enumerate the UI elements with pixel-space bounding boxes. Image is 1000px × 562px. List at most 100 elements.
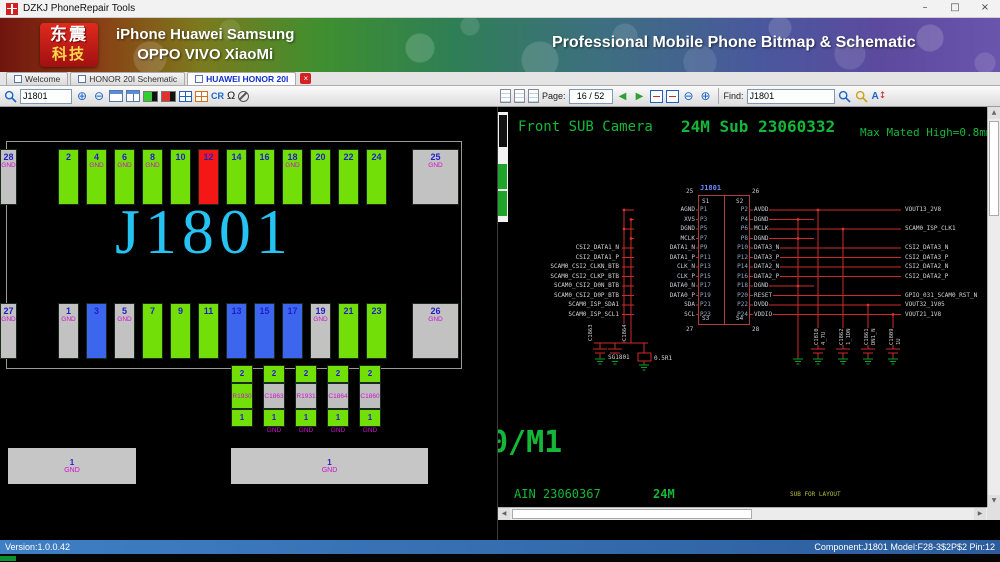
match-case-icon[interactable]: A↕	[872, 88, 887, 104]
diode-mode-icon[interactable]	[238, 91, 249, 102]
next-page-button[interactable]: ▶	[633, 88, 647, 104]
component-R1931[interactable]: 2R19311GND	[295, 365, 317, 436]
component-C1860[interactable]: 2C18601GND	[359, 365, 381, 436]
signal-SCAM0_CSI2_CLKN_BTB: SCAM0_CSI2_CLKN_BTB	[524, 263, 620, 270]
ohm-button[interactable]: Ω	[227, 90, 235, 102]
double-page-view-icon[interactable]	[514, 89, 525, 103]
scroll-down-arrow[interactable]: ▼	[988, 495, 1000, 507]
pad-1[interactable]: 1GND	[58, 303, 79, 359]
component-pin-1: 1	[263, 409, 285, 427]
pad-28[interactable]: 28 GND	[0, 149, 17, 205]
zoom-out-button[interactable]: ⊖	[92, 88, 106, 104]
scroll-up-arrow[interactable]: ▲	[988, 107, 1000, 119]
pin-name-MCLK: MCLK	[634, 235, 696, 242]
pad-gnd-label: GND	[283, 162, 302, 169]
banner: 东震 科技 iPhone Huawei Samsung OPPO VIVO Xi…	[0, 18, 1000, 72]
component-C1864[interactable]: 2C18641GND	[327, 365, 349, 436]
pad-17[interactable]: 17	[282, 303, 303, 359]
component-search-input[interactable]	[20, 89, 72, 104]
fit-width-button[interactable]	[650, 90, 663, 103]
gnd-plate-right[interactable]: 1 GND	[231, 448, 428, 484]
pin-P9: P9	[700, 244, 707, 251]
pad-15[interactable]: 15	[254, 303, 275, 359]
schematic-panel[interactable]: Front SUB Camera 24M Sub 23060332 Max Ma…	[497, 107, 1000, 540]
pin-name-DGND: DGND	[634, 225, 696, 232]
thumbnail-view-icon[interactable]	[528, 89, 539, 103]
close-button[interactable]: ×	[970, 0, 1000, 17]
scroll-left-arrow[interactable]: ◀	[498, 508, 510, 520]
find-input[interactable]	[747, 89, 835, 104]
pin-name-DATA0_P: DATA0_P	[634, 292, 696, 299]
zoom-out-circle-button[interactable]: ⊖	[682, 88, 696, 104]
prev-page-button[interactable]: ◀	[616, 88, 630, 104]
status-bar: Version:1.0.0.42 Component:J1801 Model:F…	[0, 540, 1000, 554]
component-gnd-label: GND	[263, 427, 285, 436]
pad-5[interactable]: 5GND	[114, 303, 135, 359]
pad-13[interactable]: 13	[226, 303, 247, 359]
component-C1863[interactable]: 2C18631GND	[263, 365, 285, 436]
single-page-view-icon[interactable]	[500, 89, 511, 103]
signal-CSI2_DATA2_P: CSI2_DATA2_P	[904, 273, 949, 280]
orange-grid-icon[interactable]	[195, 91, 208, 102]
maximize-button[interactable]: □	[940, 0, 970, 17]
split-view-icon[interactable]	[126, 90, 140, 102]
zoom-in-circle-button[interactable]: ⊕	[699, 88, 713, 104]
page-input[interactable]	[569, 89, 613, 104]
pad-24[interactable]: 24	[366, 149, 387, 205]
single-view-icon[interactable]	[109, 90, 123, 102]
pin-number-25: 25	[686, 188, 693, 195]
pin-name-XVS: XVS	[634, 216, 696, 223]
pad-26[interactable]: 26 GND	[412, 303, 459, 359]
pad-number: 16	[255, 152, 274, 162]
find-all-icon[interactable]	[855, 88, 869, 104]
app-window: DZKJ PhoneRepair Tools – □ × 东震 科技 iPhon…	[0, 0, 1000, 562]
tab-page-icon	[78, 75, 86, 83]
component-R1930[interactable]: 2R19301	[231, 365, 253, 436]
pin-P15: P15	[700, 273, 711, 280]
gnd-plate-left[interactable]: 1 GND	[8, 448, 136, 484]
horizontal-scrollbar[interactable]: ◀ ▶	[498, 507, 987, 520]
pad-19[interactable]: 19GND	[310, 303, 331, 359]
red-layer-swatch[interactable]	[161, 91, 176, 102]
pin-name-DVDD: DVDD	[753, 301, 769, 308]
vertical-scroll-thumb[interactable]	[989, 121, 999, 216]
vertical-scrollbar[interactable]: ▲ ▼	[987, 107, 1000, 507]
pad-number: 19	[311, 306, 330, 316]
green-layer-swatch[interactable]	[143, 91, 158, 102]
horizontal-scroll-thumb[interactable]	[512, 509, 752, 519]
pad-22[interactable]: 22	[338, 149, 359, 205]
pad-number: 20	[311, 152, 330, 162]
pad-number: 3	[87, 306, 106, 316]
minimize-button[interactable]: –	[910, 0, 940, 17]
pin-P14: P14	[728, 263, 748, 270]
blue-grid-icon[interactable]	[179, 91, 192, 102]
pad-3[interactable]: 3	[86, 303, 107, 359]
pad-7[interactable]: 7	[142, 303, 163, 359]
pad-2[interactable]: 2	[58, 149, 79, 205]
cr-button[interactable]: CR	[211, 91, 224, 101]
scroll-right-arrow[interactable]: ▶	[974, 508, 986, 520]
component-body-label: C1864	[327, 383, 349, 409]
tab-welcome[interactable]: Welcome	[6, 72, 68, 85]
pad-9[interactable]: 9	[170, 303, 191, 359]
find-next-icon[interactable]	[838, 88, 852, 104]
pad-20[interactable]: 20	[310, 149, 331, 205]
component-pin-2: 2	[263, 365, 285, 383]
pad-23[interactable]: 23	[366, 303, 387, 359]
pin-number-27: 27	[686, 326, 693, 333]
zoom-in-button[interactable]: ⊕	[75, 88, 89, 104]
pad-27[interactable]: 27 GND	[0, 303, 17, 359]
pad-21[interactable]: 21	[338, 303, 359, 359]
pin-name-DGND: DGND	[753, 235, 769, 242]
bitmap-panel[interactable]: 28 GND 24GND6GND8GND1012141618GND202224 …	[0, 107, 497, 540]
pin-P5: P5	[700, 225, 707, 232]
tab-huawei-honor-20i[interactable]: HUAWEI HONOR 20I	[187, 72, 296, 85]
tab-honor-20i-schematic[interactable]: HONOR 20I Schematic	[70, 72, 185, 85]
fit-page-button[interactable]	[666, 90, 679, 103]
pad-25[interactable]: 25 GND	[412, 149, 459, 205]
signal-SCAM0_CSI2_D0N_BTB: SCAM0_CSI2_D0N_BTB	[524, 282, 620, 289]
close-tab-button[interactable]: ×	[300, 73, 311, 84]
connector-ref-label: J1801	[700, 184, 721, 192]
pad-4[interactable]: 4GND	[86, 149, 107, 205]
pad-11[interactable]: 11	[198, 303, 219, 359]
